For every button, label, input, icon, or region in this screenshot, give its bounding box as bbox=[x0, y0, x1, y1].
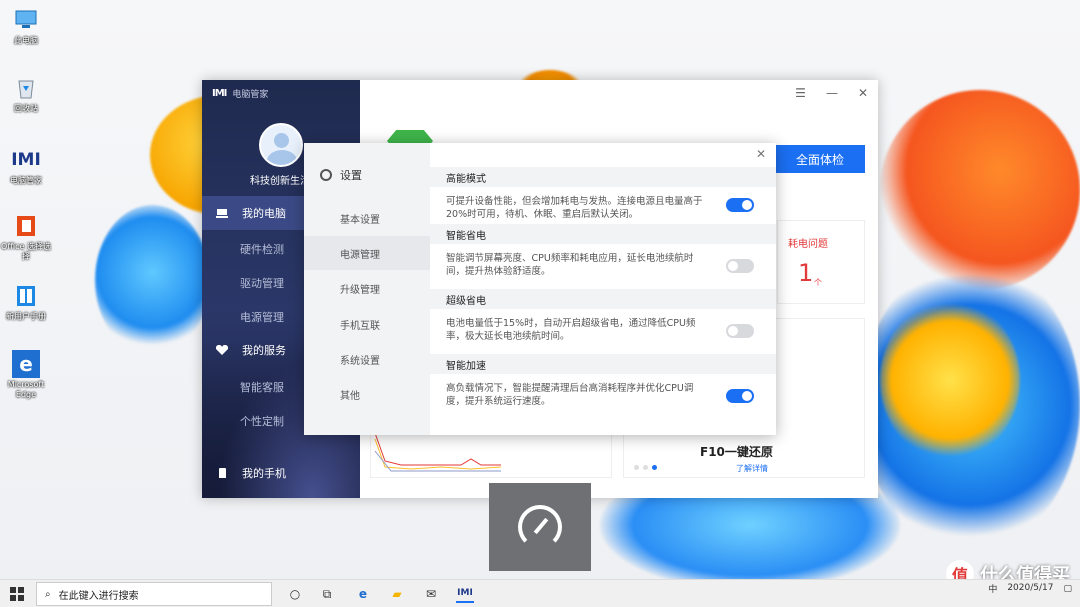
menu-icon[interactable]: ☰ bbox=[795, 86, 806, 100]
settings-title: 设置 bbox=[320, 167, 362, 183]
laptop-icon bbox=[216, 209, 228, 218]
desktop-icon-label: 新用户手册 bbox=[6, 312, 46, 321]
restore-learn-more-link[interactable]: 了解详情 bbox=[736, 463, 768, 474]
section-heading: 高能模式 bbox=[430, 167, 776, 187]
window-controls: ☰ — ✕ bbox=[795, 86, 868, 100]
settings-menu-basic[interactable]: 基本设置 bbox=[304, 201, 430, 235]
wallpaper-blob-blue bbox=[95, 205, 210, 355]
system-tray: 中 2020/5/17 ▢ bbox=[988, 582, 1072, 595]
desktop-icon-manual[interactable]: 新用户手册 bbox=[4, 282, 48, 322]
mail-icon[interactable]: ✉ bbox=[422, 585, 440, 603]
carousel-dots bbox=[634, 465, 657, 470]
nav-driver[interactable]: 驱动管理 bbox=[240, 275, 284, 291]
pc-manager-icon: IMI bbox=[11, 150, 41, 170]
section-description: 可提升设备性能，但会增加耗电与发热。连接电源且电量高于20%时可用，待机、休眠、… bbox=[446, 196, 703, 220]
taskbar-search-box[interactable]: ⌕ 在此键入进行搜索 bbox=[36, 582, 272, 606]
desktop-icon-office[interactable]: Office 选择选择 bbox=[1, 212, 51, 262]
desktop-icon-pc-manager[interactable]: IMI 电脑管家 bbox=[4, 146, 48, 186]
app-logo-icon: IMI bbox=[212, 88, 227, 99]
search-placeholder: 在此键入进行搜索 bbox=[58, 590, 139, 602]
section-heading: 智能加速 bbox=[430, 354, 776, 374]
full-scan-button[interactable]: 全面体检 bbox=[775, 145, 865, 173]
ime-indicator[interactable]: 中 bbox=[988, 582, 997, 595]
nav-my-phone-label: 我的手机 bbox=[242, 467, 286, 480]
clock[interactable]: 2020/5/17 bbox=[1007, 583, 1053, 594]
app-brand: IMI 电脑管家 bbox=[212, 87, 268, 100]
taskbar: ⌕ 在此键入进行搜索 ○ ⧉ e ▰ ✉ IMI 中 2020/5/17 ▢ bbox=[0, 579, 1080, 607]
minimize-icon[interactable]: — bbox=[826, 86, 838, 100]
settings-menu: 设置 基本设置 电源管理 升级管理 手机互联 系统设置 其他 bbox=[304, 143, 430, 435]
close-icon[interactable]: ✕ bbox=[756, 147, 766, 161]
settings-title-label: 设置 bbox=[340, 169, 362, 182]
pc-manager-taskbar-icon[interactable]: IMI bbox=[456, 585, 474, 603]
computer-icon bbox=[12, 6, 40, 34]
power-issue-title: 耗电问题 bbox=[788, 239, 828, 250]
nav-my-phone[interactable]: 我的手机 bbox=[202, 456, 360, 490]
desktop-icon-label: Microsoft Edge bbox=[7, 380, 45, 399]
clock-date: 2020/5/17 bbox=[1007, 583, 1054, 593]
search-icon: ⌕ bbox=[45, 588, 51, 600]
avatar[interactable] bbox=[259, 123, 303, 167]
heart-icon bbox=[216, 345, 228, 355]
desktop-icon-label: 回收站 bbox=[14, 104, 38, 113]
app-title: 电脑管家 bbox=[232, 90, 269, 100]
nav-hardware[interactable]: 硬件检测 bbox=[240, 241, 284, 257]
edge-taskbar-icon[interactable]: e bbox=[354, 585, 372, 603]
section-description: 智能调节屏幕亮度、CPU频率和耗电应用，延长电池续航时间，提升热体验舒适度。 bbox=[446, 253, 694, 277]
username: 科技创新生活 bbox=[250, 176, 310, 187]
desktop-icon-label: 此电脑 bbox=[14, 36, 38, 45]
gear-icon bbox=[320, 169, 332, 181]
office-icon bbox=[12, 212, 40, 240]
section-heading: 超级省电 bbox=[430, 289, 776, 309]
notification-icon[interactable]: ▢ bbox=[1063, 584, 1072, 594]
desktop-icon-label: Office 选择选择 bbox=[1, 242, 51, 261]
desktop-icon-recycle-bin[interactable]: 回收站 bbox=[4, 74, 48, 114]
cortana-icon[interactable]: ○ bbox=[286, 585, 304, 603]
section-heading: 智能省电 bbox=[430, 224, 776, 244]
section-description: 电池电量低于15%时，自动开启超级省电，通过降低CPU频率，极大延长电池续航时间… bbox=[446, 318, 696, 342]
manual-icon bbox=[12, 282, 40, 310]
desktop-icon-label: 电脑管家 bbox=[10, 176, 42, 185]
nav-my-pc-label: 我的电脑 bbox=[242, 207, 286, 220]
close-icon[interactable]: ✕ bbox=[858, 86, 868, 100]
nav-my-service-label: 我的服务 bbox=[242, 344, 286, 357]
recycle-bin-icon bbox=[12, 74, 40, 102]
power-issue-unit: 个 bbox=[814, 278, 822, 287]
speedometer-icon bbox=[518, 505, 562, 549]
restore-title: F10一键还原 bbox=[700, 445, 773, 459]
usage-chart-card bbox=[370, 430, 612, 478]
task-view-icon[interactable]: ⧉ bbox=[318, 585, 336, 603]
usage-chart bbox=[374, 432, 502, 472]
settings-menu-system[interactable]: 系统设置 bbox=[304, 342, 430, 376]
desktop-icon-this-pc[interactable]: 此电脑 bbox=[4, 6, 48, 46]
wallpaper-blob-yellow-right bbox=[880, 300, 1020, 460]
performance-mode-popup bbox=[489, 483, 591, 571]
settings-menu-phone[interactable]: 手机互联 bbox=[304, 307, 430, 341]
settings-menu-upgrade[interactable]: 升级管理 bbox=[304, 271, 430, 305]
settings-dialog: 设置 基本设置 电源管理 升级管理 手机互联 系统设置 其他 ✕ 高能模式 可提… bbox=[304, 143, 776, 435]
nav-custom[interactable]: 个性定制 bbox=[240, 413, 284, 429]
power-issue-count: 1 bbox=[798, 259, 814, 287]
smart-power-save-toggle[interactable] bbox=[726, 259, 754, 273]
section-description: 高负载情况下，智能提醒清理后台高消耗程序并优化CPU调度，提升系统运行速度。 bbox=[446, 383, 694, 407]
smart-acceleration-toggle[interactable] bbox=[726, 389, 754, 403]
high-performance-toggle[interactable] bbox=[726, 198, 754, 212]
carousel-dot[interactable] bbox=[634, 465, 639, 470]
nav-support[interactable]: 智能客服 bbox=[240, 379, 284, 395]
carousel-dot-active[interactable] bbox=[652, 465, 657, 470]
carousel-dot[interactable] bbox=[643, 465, 648, 470]
settings-menu-power[interactable]: 电源管理 bbox=[304, 236, 430, 270]
file-explorer-icon[interactable]: ▰ bbox=[388, 585, 406, 603]
edge-icon: e bbox=[12, 350, 40, 378]
windows-start-icon[interactable] bbox=[10, 587, 24, 601]
super-power-save-toggle[interactable] bbox=[726, 324, 754, 338]
desktop-icon-edge[interactable]: e Microsoft Edge bbox=[4, 350, 48, 400]
phone-icon bbox=[219, 468, 226, 478]
nav-power[interactable]: 电源管理 bbox=[240, 309, 284, 325]
settings-menu-other[interactable]: 其他 bbox=[304, 377, 430, 411]
power-issue-card[interactable]: 耗电问题 1 个 bbox=[777, 220, 865, 304]
